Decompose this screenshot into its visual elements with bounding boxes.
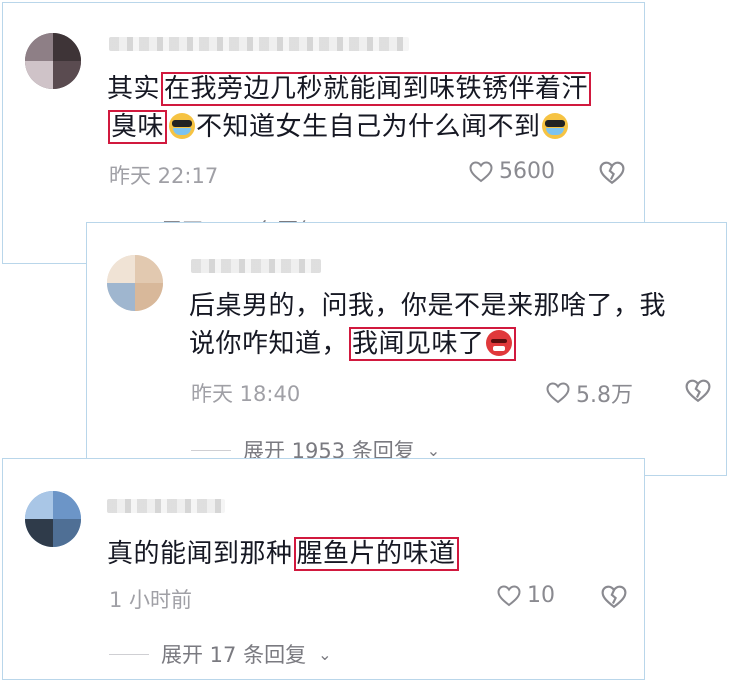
cool-sunglasses-emoji-icon — [541, 113, 568, 139]
like-button[interactable]: 10 — [497, 583, 555, 608]
heart-outline-icon — [497, 584, 521, 606]
dislike-button[interactable] — [599, 161, 625, 185]
comment-text: 真的能闻到那种 腥鱼片的味道 — [107, 535, 460, 573]
avatar[interactable] — [25, 33, 81, 89]
divider — [109, 653, 149, 655]
like-button[interactable]: 5.8万 — [546, 377, 633, 409]
comment-text-plain: 后桌男的，问我，你是不是来那啥了，我 — [189, 291, 667, 321]
timestamp: 昨天 18:40 — [191, 382, 301, 406]
expand-replies[interactable]: 展开 17 条回复 ⌄ — [109, 639, 331, 669]
chevron-down-icon: ⌄ — [318, 644, 332, 664]
dislike-button[interactable] — [685, 379, 711, 403]
highlight-box: 腥鱼片的味道 — [293, 537, 459, 571]
expand-replies-label: 展开 17 条回复 — [161, 643, 307, 667]
comment-card-3: 真的能闻到那种 腥鱼片的味道 1 小时前 10 展开 17 条回复 ⌄ — [2, 458, 645, 680]
like-count: 10 — [527, 583, 555, 608]
like-count: 5.8万 — [576, 383, 633, 408]
broken-heart-icon — [685, 379, 711, 403]
cool-sunglasses-emoji-icon — [169, 113, 196, 139]
dislike-button[interactable] — [601, 585, 627, 609]
timestamp: 昨天 22:17 — [109, 164, 219, 188]
angry-face-emoji-icon — [485, 330, 512, 356]
comment-text: 其实 在我旁边几秒就能闻到味铁锈伴着汗 臭味 不知道女生自己为什么闻不到 — [107, 70, 592, 146]
like-button[interactable]: 5600 — [469, 159, 555, 184]
avatar[interactable] — [107, 255, 163, 311]
highlight-text: 我闻见味了 — [352, 329, 485, 359]
comment-text: 后桌男的，问我，你是不是来那啥了，我 说你咋知道， 我闻见味了 — [189, 287, 666, 363]
like-count: 5600 — [499, 159, 555, 184]
heart-outline-icon — [546, 382, 570, 404]
timestamp: 1 小时前 — [109, 588, 193, 612]
avatar[interactable] — [25, 491, 81, 547]
heart-outline-icon — [469, 160, 493, 182]
highlight-box: 我闻见味了 — [349, 327, 516, 361]
highlight-box: 在我旁边几秒就能闻到味铁锈伴着汗 — [161, 72, 592, 106]
comment-text-plain: 其实 — [107, 74, 161, 104]
comment-card-2: 后桌男的，问我，你是不是来那啥了，我 说你咋知道， 我闻见味了 昨天 18:40 … — [86, 222, 727, 476]
broken-heart-icon — [599, 161, 625, 185]
comment-text-plain: 不知道女生自己为什么闻不到 — [196, 112, 541, 142]
comment-text-plain: 真的能闻到那种 — [107, 539, 293, 569]
username-blurred[interactable] — [107, 499, 225, 513]
broken-heart-icon — [601, 585, 627, 609]
chevron-down-icon: ⌄ — [426, 440, 441, 460]
username-blurred[interactable] — [191, 259, 321, 273]
comment-text-plain: 说你咋知道， — [189, 329, 349, 359]
divider — [191, 449, 231, 451]
highlight-box: 臭味 — [108, 110, 168, 144]
username-blurred[interactable] — [109, 37, 409, 51]
